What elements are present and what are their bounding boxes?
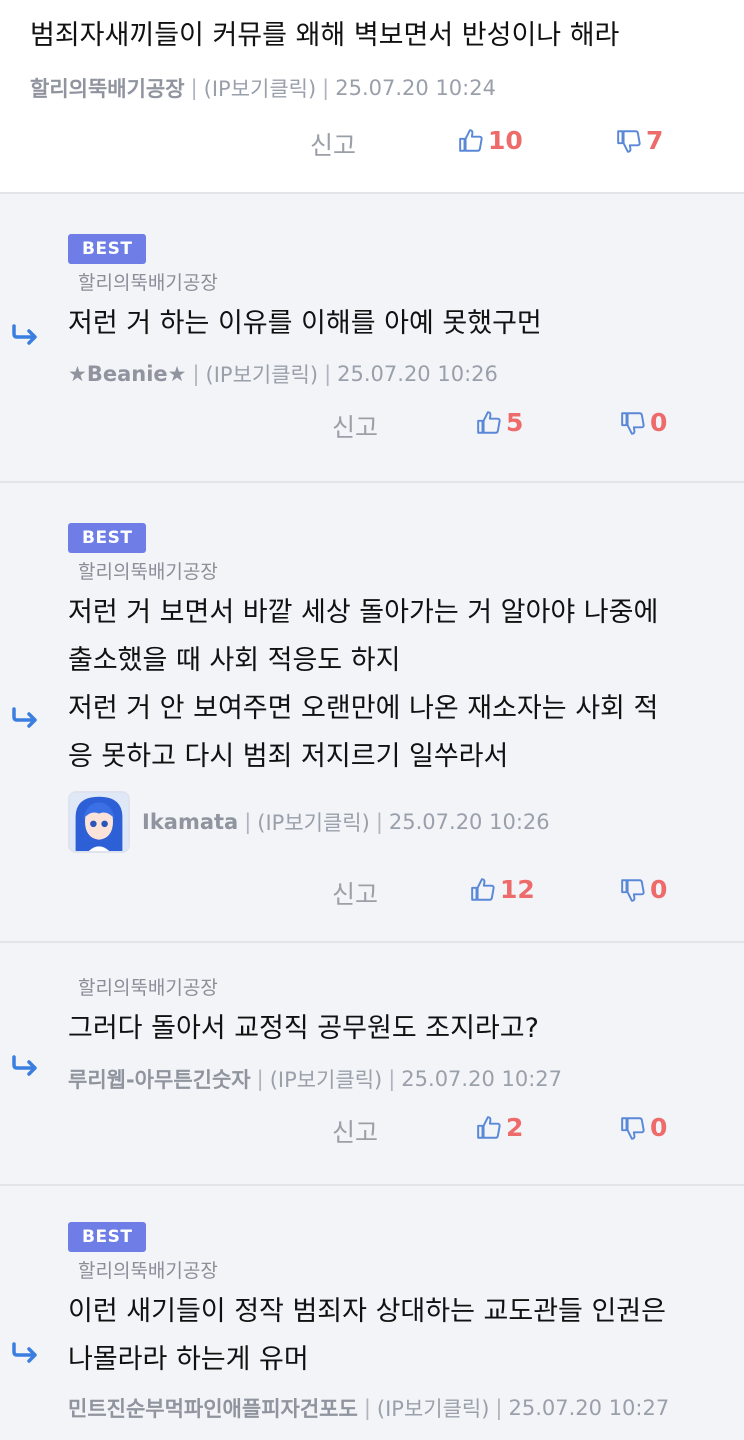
comment-meta: Ikamata | (IP보기클릭) | 25.07.20 10:26 bbox=[68, 789, 744, 855]
reply-arrow-icon bbox=[12, 1055, 37, 1076]
meta-separator: | bbox=[322, 76, 330, 100]
meta-separator: | bbox=[495, 1396, 503, 1420]
ip-link[interactable]: (IP보기클릭) bbox=[270, 1064, 383, 1094]
comment-item: BEST 할리의뚝배기공장 저런 거 하는 이유를 이해를 아예 못했구먼 ★B… bbox=[0, 194, 744, 483]
report-button[interactable]: 신고 bbox=[332, 875, 378, 911]
comment-actions: 신고 2 0 bbox=[68, 1107, 744, 1153]
thumbs-down-icon bbox=[621, 878, 645, 902]
comment-date: 25.07.20 10:26 bbox=[337, 362, 498, 386]
report-button[interactable]: 신고 bbox=[332, 1113, 378, 1149]
comment-text-line: 저런 거 안 보여주면 오랜만에 나온 재소자는 사회 적 bbox=[68, 693, 659, 724]
avatar-image bbox=[70, 793, 128, 851]
comment-text: 범죄자새끼들이 커뮤를 왜해 벽보면서 반성이나 해라 bbox=[30, 20, 620, 51]
reply-parent: 할리의뚝배기공장 bbox=[78, 977, 218, 999]
downvote-button[interactable]: 0 bbox=[620, 1113, 667, 1142]
upvote-button[interactable]: 5 bbox=[476, 408, 523, 437]
comment-text-line: 이런 새기들이 정작 범죄자 상대하는 교도관들 인권은 bbox=[68, 1296, 666, 1327]
comment-text: 그러다 돌아서 교정직 공무원도 조지라고? bbox=[68, 1013, 539, 1044]
comment-text-line: 응 못하고 다시 범죄 저지르기 일쑤라서 bbox=[68, 741, 509, 772]
reply-parent: 할리의뚝배기공장 bbox=[78, 1260, 218, 1282]
comment-date: 25.07.20 10:27 bbox=[401, 1067, 563, 1091]
comment-meta: ★Beanie★ | (IP보기클릭) | 25.07.20 10:26 bbox=[68, 354, 744, 394]
comment-meta: 민트진순부먹파인애플피자건포도 | (IP보기클릭) | 25.07.20 10… bbox=[68, 1388, 744, 1428]
reply-arrow-icon bbox=[12, 707, 37, 728]
best-badge: BEST bbox=[68, 1222, 147, 1252]
reply-parent: 할리의뚝배기공장 bbox=[78, 272, 218, 294]
thumbs-up-icon bbox=[459, 128, 483, 152]
comment-author[interactable]: 할리의뚝배기공장 bbox=[30, 73, 185, 103]
downvote-count: 0 bbox=[650, 408, 668, 437]
comment-text-line: 나몰라라 하는게 유머 bbox=[68, 1344, 309, 1375]
meta-separator: | bbox=[190, 76, 198, 100]
comment-item: 범죄자새끼들이 커뮤를 왜해 벽보면서 반성이나 해라 할리의뚝배기공장 | (… bbox=[0, 0, 744, 194]
downvote-count: 0 bbox=[650, 875, 668, 904]
comment-item: BEST 할리의뚝배기공장 저런 거 보면서 바깥 세상 돌아가는 거 알아야 … bbox=[0, 483, 744, 943]
reply-arrow-icon bbox=[12, 324, 37, 345]
thumbs-up-icon bbox=[477, 410, 501, 434]
comment-actions: 신고 10 7 bbox=[30, 120, 744, 166]
meta-separator: | bbox=[363, 1396, 371, 1420]
report-button[interactable]: 신고 bbox=[332, 408, 378, 444]
comment-text: 이런 새기들이 정작 범죄자 상대하는 교도관들 인권은 나몰라라 하는게 유머 bbox=[68, 1288, 744, 1384]
upvote-count: 2 bbox=[506, 1113, 524, 1142]
thumbs-down-icon bbox=[621, 1116, 645, 1140]
upvote-button[interactable]: 10 bbox=[458, 126, 523, 155]
comment-author[interactable]: 루리웹-아무튼긴숫자 bbox=[68, 1064, 251, 1094]
comment-author[interactable]: Ikamata bbox=[142, 810, 238, 834]
comment-text-line: 저런 거 보면서 바깥 세상 돌아가는 거 알아야 나중에 bbox=[68, 597, 659, 628]
comment-text: 저런 거 하는 이유를 이해를 아예 못했구먼 bbox=[68, 308, 542, 339]
comment-author[interactable]: 민트진순부먹파인애플피자건포도 bbox=[68, 1393, 358, 1423]
thumbs-down-icon bbox=[621, 411, 645, 435]
ip-link[interactable]: (IP보기클릭) bbox=[204, 73, 317, 103]
upvote-button[interactable]: 2 bbox=[476, 1113, 523, 1142]
reply-arrow-icon bbox=[12, 1342, 37, 1363]
comment-actions: 신고 12 0 bbox=[68, 869, 744, 915]
comment-author[interactable]: ★Beanie★ bbox=[68, 362, 186, 386]
thumbs-up-icon bbox=[477, 1115, 501, 1139]
meta-separator: | bbox=[388, 1067, 396, 1091]
downvote-button[interactable]: 0 bbox=[620, 875, 667, 904]
ip-link[interactable]: (IP보기클릭) bbox=[257, 807, 370, 837]
ip-link[interactable]: (IP보기클릭) bbox=[206, 359, 319, 389]
comment-text-line: 출소했을 때 사회 적응도 하지 bbox=[68, 645, 401, 676]
comment-meta: 루리웹-아무튼긴숫자 | (IP보기클릭) | 25.07.20 10:27 bbox=[68, 1059, 744, 1099]
comment-item: 할리의뚝배기공장 그러다 돌아서 교정직 공무원도 조지라고? 루리웹-아무튼긴… bbox=[0, 943, 744, 1186]
best-badge: BEST bbox=[68, 234, 147, 264]
downvote-count: 7 bbox=[646, 126, 664, 155]
upvote-count: 12 bbox=[500, 875, 535, 904]
reply-parent: 할리의뚝배기공장 bbox=[78, 561, 218, 583]
comment-meta: 할리의뚝배기공장 | (IP보기클릭) | 25.07.20 10:24 bbox=[30, 68, 744, 108]
report-button[interactable]: 신고 bbox=[310, 126, 356, 162]
ip-link[interactable]: (IP보기클릭) bbox=[377, 1393, 490, 1423]
meta-separator: | bbox=[244, 810, 252, 834]
upvote-count: 5 bbox=[506, 408, 524, 437]
comment-date: 25.07.20 10:27 bbox=[508, 1396, 670, 1420]
thumbs-down-icon bbox=[617, 129, 641, 153]
upvote-button[interactable]: 12 bbox=[470, 875, 535, 904]
thumbs-up-icon bbox=[471, 877, 495, 901]
downvote-button[interactable]: 0 bbox=[620, 408, 667, 437]
best-badge: BEST bbox=[68, 523, 147, 553]
comment-date: 25.07.20 10:24 bbox=[335, 76, 496, 100]
meta-separator: | bbox=[256, 1067, 264, 1091]
comment-actions: 신고 5 0 bbox=[68, 402, 744, 448]
meta-separator: | bbox=[375, 810, 383, 834]
comment-date: 25.07.20 10:26 bbox=[388, 810, 550, 834]
avatar[interactable] bbox=[68, 791, 130, 853]
upvote-count: 10 bbox=[488, 126, 523, 155]
downvote-count: 0 bbox=[650, 1113, 668, 1142]
meta-separator: | bbox=[192, 362, 200, 386]
comment-text: 저런 거 보면서 바깥 세상 돌아가는 거 알아야 나중에 출소했을 때 사회 … bbox=[68, 589, 744, 781]
downvote-button[interactable]: 7 bbox=[616, 126, 663, 155]
meta-separator: | bbox=[324, 362, 332, 386]
comment-item: BEST 할리의뚝배기공장 이런 새기들이 정작 범죄자 상대하는 교도관들 인… bbox=[0, 1186, 744, 1440]
